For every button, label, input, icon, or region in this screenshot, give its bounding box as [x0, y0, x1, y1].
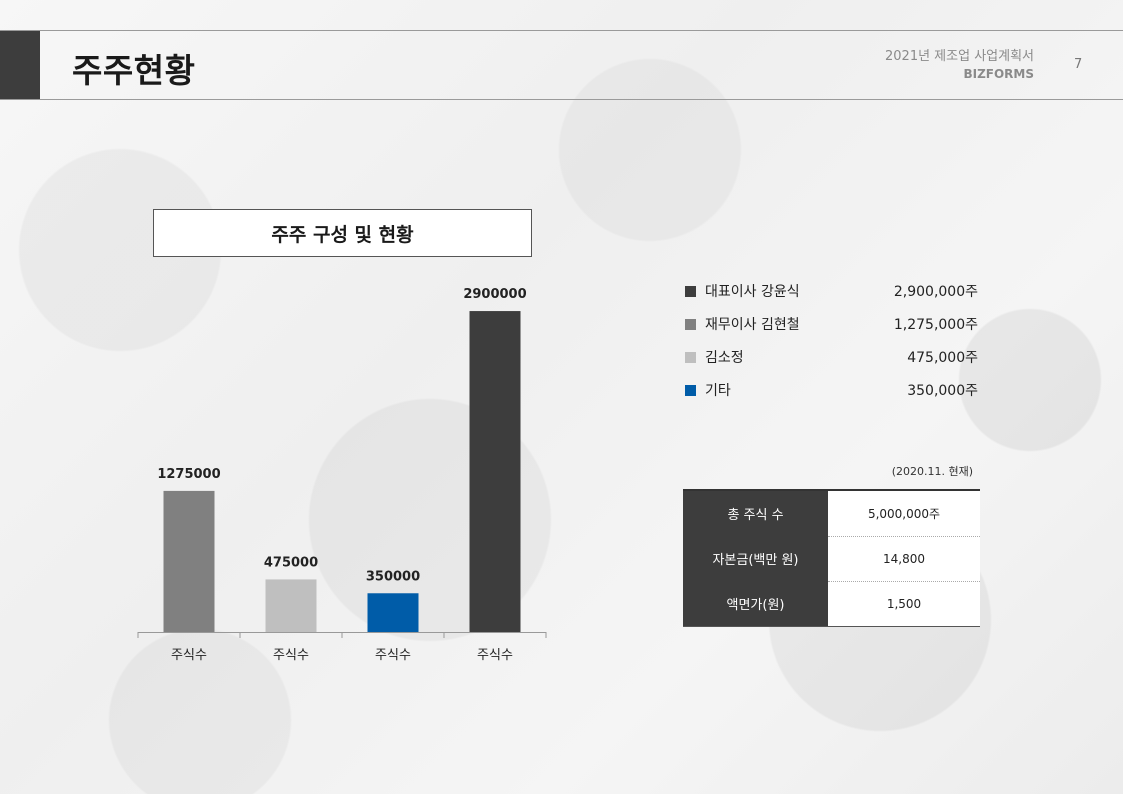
legend-item: 대표이사 강윤식 2,900,000주 — [685, 280, 980, 313]
legend-name: 대표이사 강윤식 — [705, 284, 800, 300]
legend-item: 김소정 475,000주 — [685, 346, 980, 379]
legend-swatch — [685, 286, 696, 297]
data-label: 2900000 — [463, 287, 526, 302]
data-label: 1275000 — [157, 467, 220, 482]
table-row: 총 주식 수 5,000,000주 — [683, 491, 980, 536]
bar — [469, 311, 521, 632]
table-label: 자본금(백만 원) — [683, 536, 828, 581]
table-value: 5,000,000주 — [828, 491, 980, 536]
category-label: 주식수 — [273, 648, 309, 663]
category-label: 주식수 — [477, 648, 513, 663]
share-info-table: 총 주식 수 5,000,000주 자본금(백만 원) 14,800 액면가(원… — [683, 489, 980, 627]
bar — [265, 579, 317, 632]
bar — [367, 593, 419, 632]
table-label: 액면가(원) — [683, 581, 828, 626]
legend-swatch — [685, 385, 696, 396]
table-row: 자본금(백만 원) 14,800 — [683, 536, 980, 581]
legend-value: 475,000주 — [907, 350, 978, 366]
legend-value: 2,900,000주 — [893, 284, 978, 300]
table-value: 1,500 — [828, 581, 980, 626]
table-row: 액면가(원) 1,500 — [683, 581, 980, 626]
category-label: 주식수 — [171, 648, 207, 663]
legend: 대표이사 강윤식 2,900,000주 재무이사 김현철 1,275,000주 … — [685, 280, 980, 412]
category-label: 주식수 — [375, 648, 411, 663]
legend-item: 기타 350,000주 — [685, 379, 980, 412]
table-label: 총 주식 수 — [683, 491, 828, 536]
legend-item: 재무이사 김현철 1,275,000주 — [685, 313, 980, 346]
data-label: 475000 — [264, 555, 318, 570]
legend-value: 1,275,000주 — [893, 317, 978, 333]
legend-name: 재무이사 김현철 — [705, 317, 800, 333]
legend-swatch — [685, 352, 696, 363]
as-of-date: (2020.11. 현재) — [891, 465, 973, 478]
bar — [163, 490, 215, 632]
legend-name: 김소정 — [705, 350, 744, 366]
legend-swatch — [685, 319, 696, 330]
data-label: 350000 — [366, 569, 420, 584]
table-value: 14,800 — [828, 536, 980, 581]
legend-name: 기타 — [705, 383, 731, 399]
legend-value: 350,000주 — [907, 383, 978, 399]
